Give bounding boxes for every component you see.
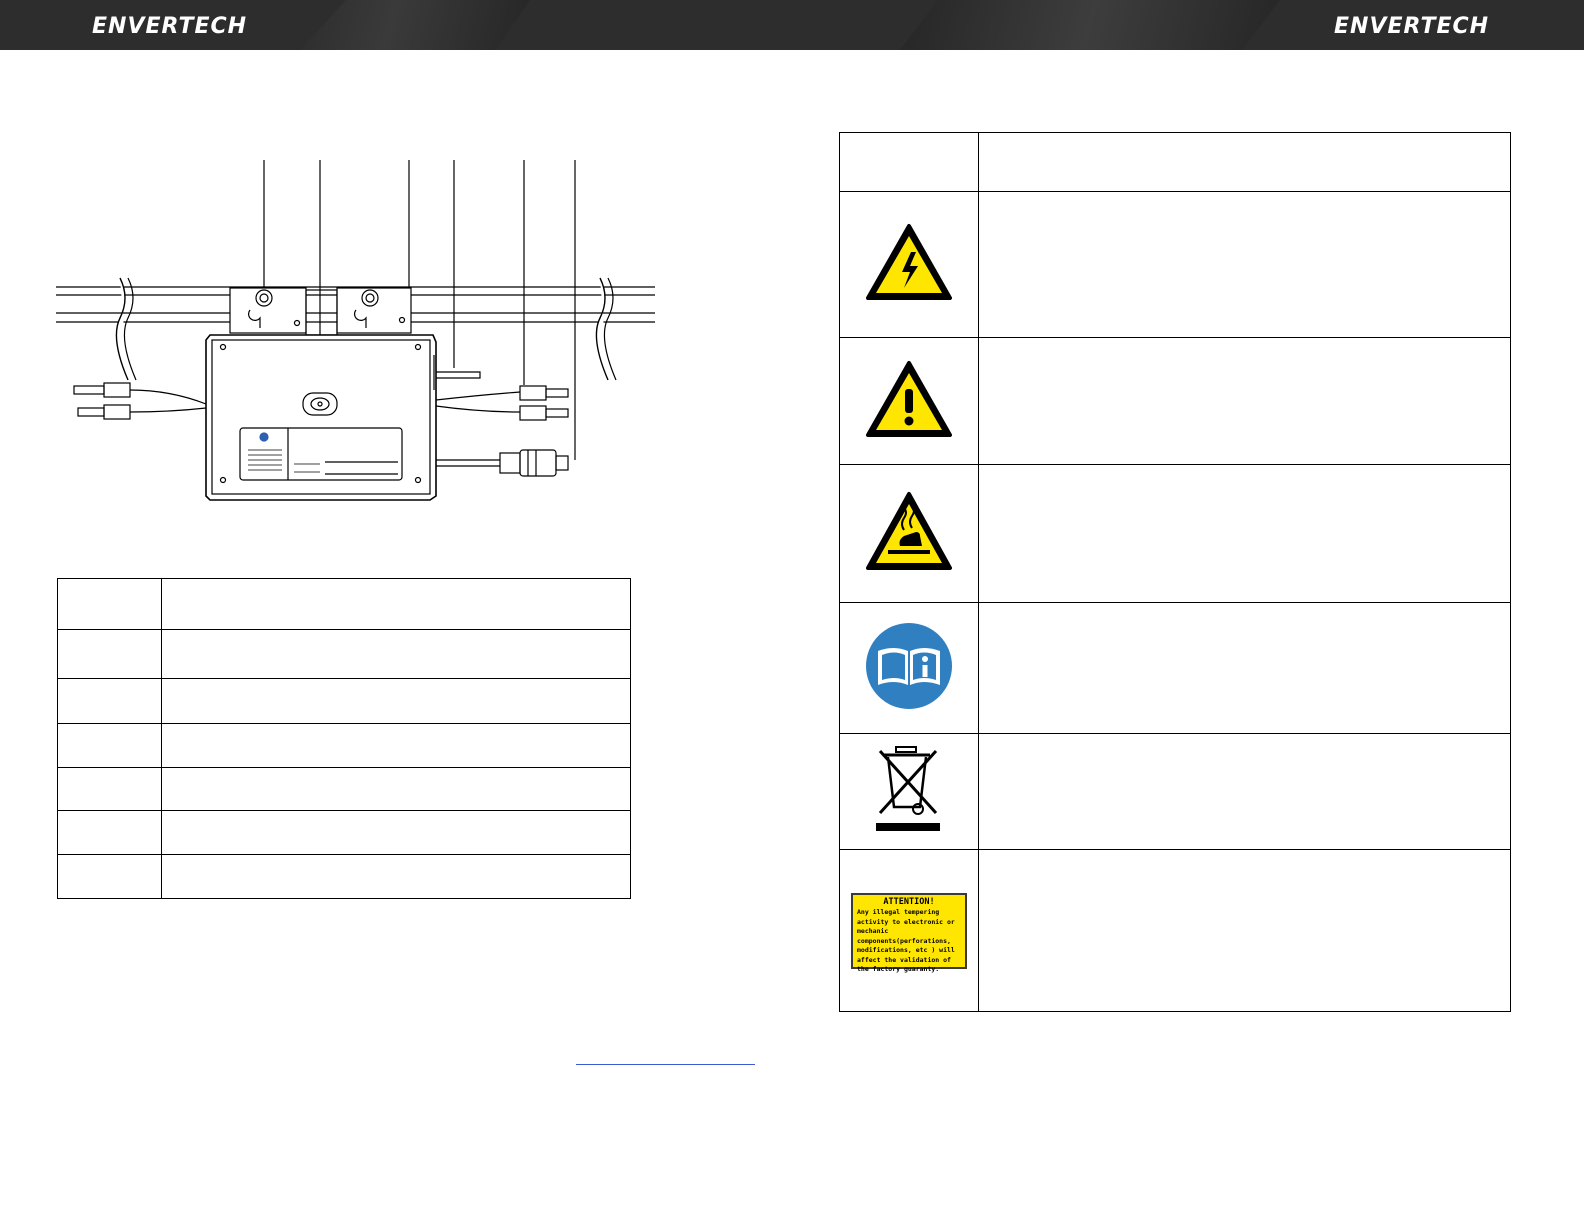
table-row xyxy=(839,337,1511,465)
symbol-description xyxy=(978,464,1511,603)
brand-logo-right: ENVERTECH xyxy=(1334,14,1490,39)
symbol-description xyxy=(978,337,1511,465)
header-decor-mid xyxy=(900,0,1280,50)
table-cell-description xyxy=(161,810,631,855)
general-warning-icon xyxy=(866,360,952,437)
attention-body: Any illegal tempering activity to electr… xyxy=(857,908,955,973)
symbol-cell: ATTENTION! Any illegal tempering activit… xyxy=(839,849,979,1012)
table-cell-description xyxy=(161,629,631,679)
table-row xyxy=(57,678,631,724)
table-row xyxy=(839,191,1511,338)
weee-crossed-bin-icon xyxy=(876,746,940,831)
symbol-cell xyxy=(839,191,979,338)
table-cell-description xyxy=(161,854,631,899)
ac-cable xyxy=(436,449,569,477)
table-row xyxy=(57,767,631,811)
table-cell-description xyxy=(161,678,631,724)
table-cell-number xyxy=(57,578,162,630)
inverter-housing xyxy=(205,334,437,501)
table-row xyxy=(57,723,631,768)
read-manual-icon xyxy=(866,622,952,709)
table-cell-number xyxy=(57,723,162,768)
attention-label-icon: ATTENTION! Any illegal tempering activit… xyxy=(851,892,967,973)
table-row xyxy=(57,578,631,630)
symbol-description xyxy=(978,191,1511,338)
symbol-description xyxy=(978,733,1511,850)
symbol-description xyxy=(978,132,1511,192)
symbol-description xyxy=(978,602,1511,734)
table-row xyxy=(839,602,1511,734)
table-row xyxy=(839,733,1511,850)
table-cell-number xyxy=(57,767,162,811)
table-cell-description xyxy=(161,578,631,630)
symbol-cell xyxy=(839,602,979,734)
hyperlink-underline[interactable] xyxy=(576,1064,755,1065)
table-row xyxy=(839,464,1511,603)
table-row xyxy=(57,810,631,855)
table-cell-number xyxy=(57,810,162,855)
table-cell-number xyxy=(57,854,162,899)
table-cell-description xyxy=(161,767,631,811)
page-header: ENVERTECH ENVERTECH xyxy=(0,0,1584,50)
brand-logo-left: ENVERTECH xyxy=(92,14,248,39)
symbol-cell xyxy=(839,733,979,850)
attention-title: ATTENTION! xyxy=(883,896,935,907)
dc-input-cables xyxy=(73,382,207,420)
components-table xyxy=(57,578,631,899)
table-row xyxy=(57,854,631,899)
table-row: ATTENTION! Any illegal tempering activit… xyxy=(839,849,1511,1012)
symbol-description xyxy=(978,849,1511,1012)
safety-symbols-table: ATTENTION! Any illegal tempering activit… xyxy=(839,132,1511,1012)
table-cell-number xyxy=(57,678,162,724)
symbol-cell xyxy=(839,464,979,603)
symbol-cell xyxy=(839,337,979,465)
antenna xyxy=(436,371,481,379)
hot-surface-warning-icon xyxy=(866,492,952,570)
microinverter-diagram xyxy=(56,160,655,501)
table-cell-description xyxy=(161,723,631,768)
header-decor-left xyxy=(300,0,530,50)
symbol-cell xyxy=(839,132,979,192)
table-cell-number xyxy=(57,629,162,679)
table-row xyxy=(839,132,1511,192)
electric-shock-warning-icon xyxy=(866,224,952,300)
table-row xyxy=(57,629,631,679)
dc-output-cables xyxy=(435,385,569,421)
